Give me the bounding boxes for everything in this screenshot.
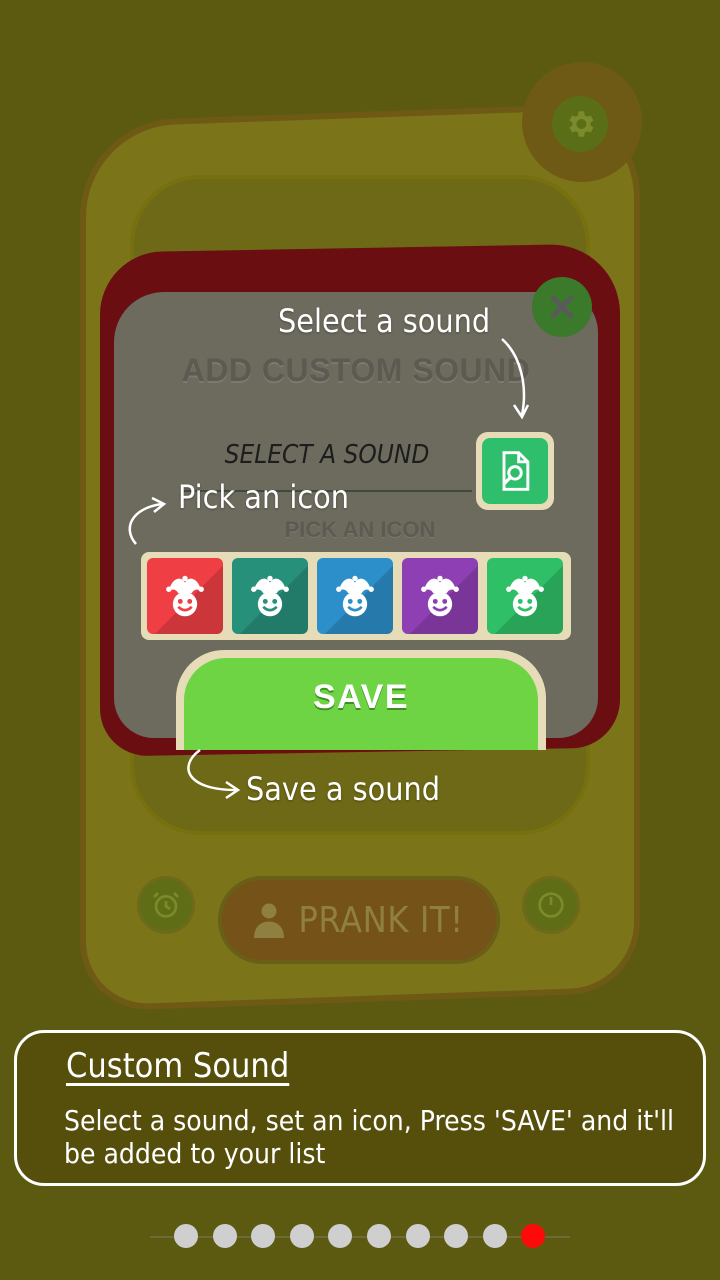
jester-icon	[421, 575, 459, 617]
page-dot[interactable]	[405, 1224, 430, 1248]
gear-icon	[569, 111, 594, 137]
jester-icon	[166, 575, 204, 617]
timer-icon	[538, 892, 564, 918]
icon-picker	[141, 552, 571, 640]
icon-option-red[interactable]	[147, 558, 223, 634]
icon-option-green[interactable]	[487, 558, 563, 634]
alarm-clock-icon	[153, 892, 179, 918]
alarm-button[interactable]	[137, 876, 195, 934]
page-dot[interactable]	[444, 1224, 469, 1248]
pick-icon-label: PICK AN ICON	[284, 517, 436, 542]
annotation-select-sound: Select a sound	[278, 302, 491, 340]
user-icon	[254, 903, 285, 938]
save-button[interactable]: SAVE	[176, 650, 546, 750]
page-dot-active[interactable]	[521, 1224, 546, 1248]
save-label: SAVE	[184, 658, 538, 750]
select-sound-field[interactable]: SELECT A SOUND	[182, 440, 472, 470]
prank-it-button[interactable]: PRANK IT!	[218, 876, 500, 964]
info-title: Custom Sound	[66, 1046, 290, 1086]
close-button[interactable]	[532, 277, 592, 337]
icon-option-purple[interactable]	[402, 558, 478, 634]
page-dot[interactable]	[289, 1224, 314, 1248]
page-dot[interactable]	[367, 1224, 391, 1248]
select-sound-button[interactable]	[476, 432, 554, 510]
jester-icon	[506, 575, 544, 617]
jester-icon	[251, 575, 289, 617]
icon-option-teal[interactable]	[232, 558, 308, 634]
settings-button[interactable]	[552, 96, 608, 152]
page-dot[interactable]	[251, 1224, 276, 1248]
file-search-icon	[502, 451, 530, 491]
prank-it-label: PRANK IT!	[298, 899, 464, 941]
arrow-save-sound-icon	[187, 748, 241, 800]
jester-icon	[336, 575, 374, 617]
arrow-select-sound-icon	[501, 338, 530, 420]
annotation-pick-icon: Pick an icon	[178, 478, 350, 516]
info-description: Select a sound, set an icon, Press 'SAVE…	[64, 1104, 675, 1170]
page-dot[interactable]	[174, 1224, 198, 1248]
page-dot[interactable]	[212, 1224, 237, 1248]
page-dot[interactable]	[482, 1224, 507, 1248]
close-icon	[550, 295, 574, 319]
annotation-save-sound: Save a sound	[246, 770, 440, 808]
page-dot[interactable]	[328, 1224, 353, 1248]
timer-button[interactable]	[522, 876, 580, 934]
icon-option-blue[interactable]	[317, 558, 393, 634]
arrow-pick-icon-icon	[128, 496, 167, 545]
